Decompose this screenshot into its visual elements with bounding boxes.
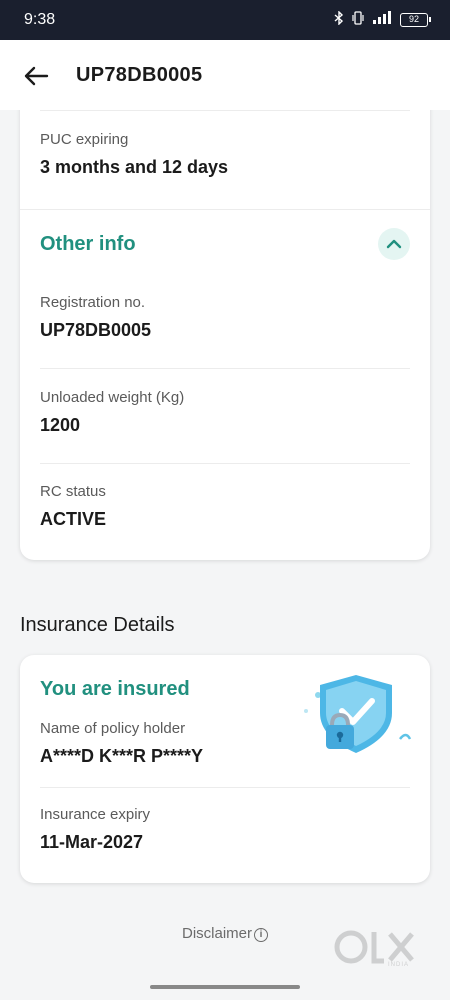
divider — [20, 209, 430, 210]
weight-label: Unloaded weight (Kg) — [40, 389, 185, 406]
puc-value: 3 months and 12 days — [40, 157, 229, 177]
other-info-title: Other info — [40, 233, 136, 255]
policy-holder-label: Name of policy holder — [40, 720, 186, 737]
registration-value: UP78DB0005 — [40, 320, 152, 340]
divider — [40, 110, 410, 111]
back-arrow-icon — [24, 66, 49, 86]
vibrate-icon — [352, 11, 364, 28]
weight-value: 1200 — [40, 415, 81, 435]
insured-status: You are insured — [40, 678, 190, 700]
status-bar: 9:38 92 — [0, 0, 450, 40]
olx-watermark: INDIA — [334, 928, 416, 972]
disclaimer-label: Disclaimer — [181, 925, 252, 942]
nav-bar — [0, 968, 450, 1000]
status-time: 9:38 — [24, 11, 56, 28]
rc-status-label: RC status — [40, 483, 106, 500]
battery-level: 92 — [408, 13, 419, 24]
back-button[interactable] — [20, 60, 52, 92]
insurance-card: You are insured Name of policy holder A*… — [20, 655, 430, 883]
info-icon: i — [254, 928, 268, 942]
chevron-up-icon — [386, 239, 402, 249]
insurance-heading: Insurance Details — [20, 614, 175, 636]
shield-lock-icon — [304, 675, 412, 753]
signal-icon — [372, 11, 392, 28]
divider — [40, 463, 410, 464]
registration-label: Registration no. — [40, 294, 146, 311]
status-icons: 92 — [334, 10, 431, 28]
home-indicator[interactable] — [150, 985, 300, 989]
page-title: UP78DB0005 — [76, 64, 203, 86]
insurance-expiry-label: Insurance expiry — [40, 806, 151, 823]
divider — [40, 368, 410, 369]
collapse-button[interactable] — [378, 228, 410, 260]
divider — [40, 787, 410, 788]
rc-status-value: ACTIVE — [40, 509, 107, 529]
policy-holder-value: A****D K***R P****Y — [40, 746, 204, 766]
app-bar: UP78DB0005 — [0, 40, 450, 110]
insurance-expiry-value: 11-Mar-2027 — [40, 832, 144, 852]
puc-label: PUC expiring — [40, 131, 129, 148]
bluetooth-icon — [334, 10, 344, 28]
vehicle-info-card: PUC expiring 3 months and 12 days Other … — [20, 100, 430, 560]
battery-icon: 92 — [400, 12, 431, 27]
insurance-shield-illustration — [296, 669, 416, 759]
